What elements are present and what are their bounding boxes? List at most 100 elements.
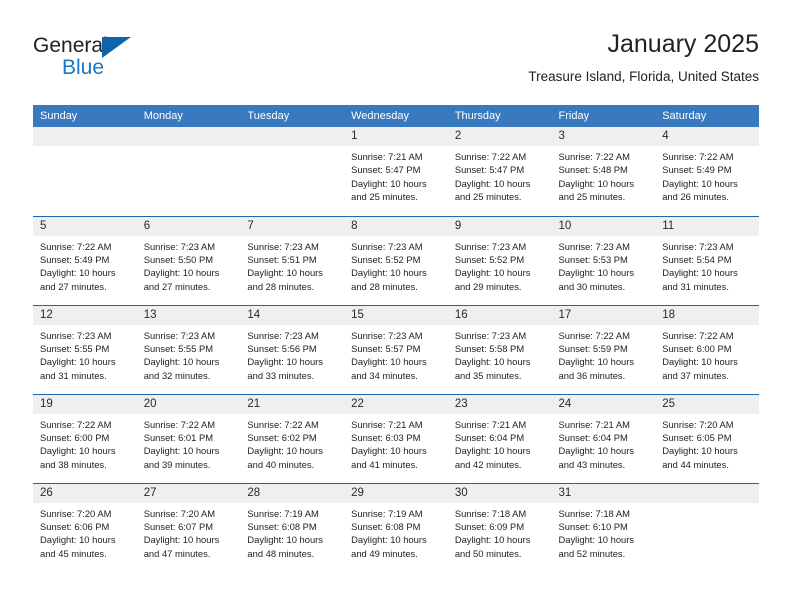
calendar-day-cell[interactable]: 15 Sunrise: 7:23 AM Sunset: 5:57 PM Dayligh… [344, 304, 448, 394]
calendar-day-cell[interactable]: 5 Sunrise: 7:22 AM Sunset: 5:49 PM Daylight… [33, 215, 137, 305]
calendar-page: General Blue January 2025 Treasure Islan… [0, 0, 792, 612]
sunset-text: Sunset: 5:56 PM [247, 342, 317, 354]
sunset-text: Sunset: 6:10 PM [558, 520, 628, 532]
daylight-text-line1: Daylight: 10 hours [558, 356, 635, 368]
day-number: 4 [655, 127, 759, 146]
calendar-day-cell[interactable]: 8 Sunrise: 7:23 AM Sunset: 5:52 PM Daylight… [344, 215, 448, 305]
daylight-text-line2: and 37 minutes. [662, 369, 729, 381]
daylight-text-line1: Daylight: 10 hours [558, 177, 635, 189]
page-subtitle: Treasure Island, Florida, United States [528, 69, 759, 84]
sunrise-text: Sunrise: 7:20 AM [40, 507, 112, 519]
day-sun-info: Sunrise: 7:21 AM Sunset: 5:47 PM Daylight:… [344, 146, 448, 204]
day-number: 14 [240, 305, 345, 325]
logo-text-blue: Blue [62, 56, 105, 79]
calendar-day-cell[interactable]: 22 Sunrise: 7:21 AM Sunset: 6:03 PM Dayligh… [344, 393, 448, 483]
day-number: 5 [33, 216, 137, 236]
calendar-day-cell[interactable]: 18 Sunrise: 7:22 AM Sunset: 6:00 PM Dayligh… [655, 304, 759, 394]
calendar-day-cell[interactable]: 6 Sunrise: 7:23 AM Sunset: 5:50 PM Daylight… [136, 215, 241, 305]
calendar-day-cell[interactable]: 26 Sunrise: 7:20 AM Sunset: 6:06 PM Dayligh… [33, 482, 137, 572]
daylight-text-line2: and 38 minutes. [40, 458, 107, 470]
calendar-day-cell[interactable]: 23 Sunrise: 7:21 AM Sunset: 6:04 PM Dayligh… [447, 393, 552, 483]
sunrise-text: Sunrise: 7:23 AM [351, 329, 423, 341]
calendar-day-cell[interactable]: 17 Sunrise: 7:22 AM Sunset: 5:59 PM Dayligh… [551, 304, 656, 394]
day-number: 24 [551, 394, 656, 414]
triangle-icon [102, 37, 131, 58]
day-sun-info: Sunrise: 7:18 AM Sunset: 6:09 PM Daylight:… [448, 503, 552, 561]
calendar-day-cell[interactable]: 12 Sunrise: 7:23 AM Sunset: 5:55 PM Dayligh… [33, 304, 137, 394]
day-sun-info: Sunrise: 7:18 AM Sunset: 6:10 PM Daylight:… [552, 503, 656, 561]
weekday-header-saturday: Saturday [655, 105, 759, 127]
calendar-day-cell[interactable]: 28 Sunrise: 7:19 AM Sunset: 6:08 PM Dayligh… [240, 482, 345, 572]
calendar-day-cell[interactable]: 24 Sunrise: 7:21 AM Sunset: 6:04 PM Dayligh… [551, 393, 656, 483]
day-number: 8 [344, 216, 448, 236]
day-sun-info: Sunrise: 7:23 AM Sunset: 5:55 PM Daylight:… [137, 325, 241, 383]
day-number: 23 [447, 394, 552, 414]
general-blue-logo[interactable]: General Blue [33, 34, 153, 86]
day-number: 29 [344, 483, 448, 503]
calendar-day-cell[interactable]: 4 Sunrise: 7:22 AM Sunset: 5:49 PM Daylight… [655, 127, 759, 216]
day-sun-info: Sunrise: 7:22 AM Sunset: 5:48 PM Daylight:… [552, 146, 656, 204]
daylight-text-line1: Daylight: 10 hours [247, 445, 323, 457]
daylight-text-line2: and 25 minutes. [454, 191, 522, 203]
daylight-text-line1: Daylight: 10 hours [247, 267, 323, 279]
day-number: 21 [240, 394, 345, 414]
calendar-day-cell[interactable]: 31 Sunrise: 7:18 AM Sunset: 6:10 PM Dayligh… [551, 482, 656, 572]
calendar-day-cell[interactable]: 29 Sunrise: 7:19 AM Sunset: 6:08 PM Dayligh… [344, 482, 448, 572]
daylight-text-line2: and 25 minutes. [351, 191, 418, 203]
daylight-text-line1: Daylight: 10 hours [662, 445, 738, 457]
sunset-text: Sunset: 6:02 PM [247, 431, 317, 443]
weekday-header-friday: Friday [551, 105, 656, 127]
sunrise-text: Sunrise: 7:21 AM [351, 418, 423, 430]
day-number [655, 483, 759, 503]
sunrise-text: Sunrise: 7:22 AM [247, 418, 319, 430]
weekday-header-thursday: Thursday [447, 105, 552, 127]
sunrise-text: Sunrise: 7:21 AM [351, 151, 423, 162]
sunset-text: Sunset: 6:04 PM [558, 431, 628, 443]
calendar-day-cell[interactable]: 16 Sunrise: 7:23 AM Sunset: 5:58 PM Dayligh… [447, 304, 552, 394]
sunset-text: Sunset: 5:47 PM [454, 164, 525, 176]
daylight-text-line1: Daylight: 10 hours [351, 267, 427, 279]
day-sun-info: Sunrise: 7:23 AM Sunset: 5:53 PM Daylight:… [552, 236, 656, 294]
sunset-text: Sunset: 5:55 PM [40, 342, 110, 354]
day-sun-info: Sunrise: 7:23 AM Sunset: 5:52 PM Daylight:… [344, 236, 448, 294]
daylight-text-line2: and 33 minutes. [247, 369, 315, 381]
sunset-text: Sunset: 5:47 PM [351, 164, 421, 176]
calendar-day-cell[interactable]: 21 Sunrise: 7:22 AM Sunset: 6:02 PM Dayligh… [240, 393, 345, 483]
sunrise-text: Sunrise: 7:19 AM [351, 507, 423, 519]
day-sun-info: Sunrise: 7:23 AM Sunset: 5:54 PM Daylight:… [655, 236, 759, 294]
day-number: 10 [551, 216, 656, 236]
calendar-day-cell[interactable]: 3 Sunrise: 7:22 AM Sunset: 5:48 PM Daylight… [551, 127, 656, 216]
day-number: 11 [655, 216, 759, 236]
calendar-day-cell[interactable]: 2 Sunrise: 7:22 AM Sunset: 5:47 PM Daylight… [447, 127, 552, 216]
calendar-day-cell[interactable]: 20 Sunrise: 7:22 AM Sunset: 6:01 PM Dayligh… [136, 393, 241, 483]
calendar-day-cell[interactable]: 13 Sunrise: 7:23 AM Sunset: 5:55 PM Dayligh… [136, 304, 241, 394]
daylight-text-line1: Daylight: 10 hours [40, 445, 116, 457]
calendar-day-cell[interactable]: 14 Sunrise: 7:23 AM Sunset: 5:56 PM Dayligh… [240, 304, 345, 394]
calendar-day-cell[interactable]: 7 Sunrise: 7:23 AM Sunset: 5:51 PM Daylight… [240, 215, 345, 305]
day-sun-info: Sunrise: 7:19 AM Sunset: 6:08 PM Daylight:… [344, 503, 448, 561]
calendar-day-cell[interactable]: 19 Sunrise: 7:22 AM Sunset: 6:00 PM Dayligh… [33, 393, 137, 483]
sunset-text: Sunset: 6:01 PM [143, 431, 214, 443]
day-sun-info: Sunrise: 7:23 AM Sunset: 5:56 PM Daylight:… [240, 325, 344, 383]
calendar-header-row: Sunday Monday Tuesday Wednesday Thursday… [33, 105, 759, 127]
day-sun-info: Sunrise: 7:23 AM Sunset: 5:58 PM Daylight:… [448, 325, 552, 383]
calendar-body: 1 Sunrise: 7:21 AM Sunset: 5:47 PM Daylight… [33, 127, 759, 572]
calendar-day-cell[interactable]: 10 Sunrise: 7:23 AM Sunset: 5:53 PM Dayligh… [551, 215, 656, 305]
day-number: 3 [551, 127, 656, 146]
daylight-text-line2: and 50 minutes. [454, 547, 522, 559]
calendar-day-cell[interactable]: 25 Sunrise: 7:20 AM Sunset: 6:05 PM Dayligh… [655, 393, 759, 483]
sunrise-text: Sunrise: 7:23 AM [454, 240, 527, 252]
day-sun-info: Sunrise: 7:21 AM Sunset: 6:04 PM Daylight:… [552, 414, 656, 472]
calendar-day-cell[interactable]: 11 Sunrise: 7:23 AM Sunset: 5:54 PM Dayligh… [655, 215, 759, 305]
daylight-text-line2: and 31 minutes. [662, 280, 729, 292]
calendar-week-row: 5 Sunrise: 7:22 AM Sunset: 5:49 PM Daylight… [33, 215, 759, 305]
calendar-day-cell[interactable]: 27 Sunrise: 7:20 AM Sunset: 6:07 PM Dayligh… [136, 482, 241, 572]
sunrise-text: Sunrise: 7:22 AM [454, 151, 527, 162]
sunset-text: Sunset: 6:00 PM [40, 431, 110, 443]
day-number: 27 [136, 483, 241, 503]
day-number: 12 [33, 305, 137, 325]
daylight-text-line1: Daylight: 10 hours [351, 534, 427, 546]
calendar-day-cell[interactable]: 30 Sunrise: 7:18 AM Sunset: 6:09 PM Dayligh… [447, 482, 552, 572]
calendar-day-cell[interactable]: 9 Sunrise: 7:23 AM Sunset: 5:52 PM Daylight… [447, 215, 552, 305]
calendar-day-cell[interactable]: 1 Sunrise: 7:21 AM Sunset: 5:47 PM Daylight… [344, 127, 448, 216]
